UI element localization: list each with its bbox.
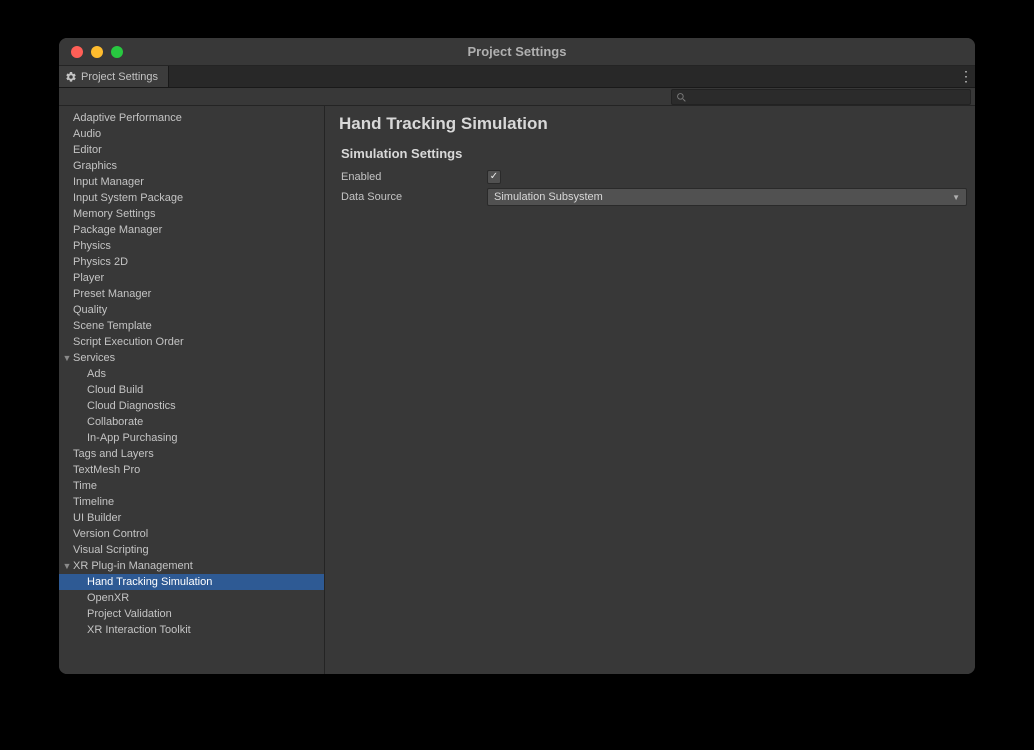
window-close-button[interactable] (71, 46, 83, 58)
sidebar-item-label: Version Control (73, 528, 148, 540)
sidebar-item-ui-builder[interactable]: UI Builder (59, 510, 324, 526)
window-title: Project Settings (59, 44, 975, 59)
sidebar-item-audio[interactable]: Audio (59, 126, 324, 142)
sidebar-item-ads[interactable]: Ads (59, 366, 324, 382)
sidebar-item-label: Physics (73, 240, 111, 252)
sidebar-item-visual-scripting[interactable]: Visual Scripting (59, 542, 324, 558)
sidebar-item-cloud-build[interactable]: Cloud Build (59, 382, 324, 398)
sidebar-item-label: Tags and Layers (73, 448, 154, 460)
project-settings-window: Project Settings Project Settings ⋮ Adap… (59, 38, 975, 674)
sidebar-item-xr-plug-in-management[interactable]: ▼XR Plug-in Management (59, 558, 324, 574)
sidebar-item-physics-2d[interactable]: Physics 2D (59, 254, 324, 270)
sidebar-item-graphics[interactable]: Graphics (59, 158, 324, 174)
sidebar-item-label: Audio (73, 128, 101, 140)
sidebar-item-label: Time (73, 480, 97, 492)
sidebar-item-script-execution-order[interactable]: Script Execution Order (59, 334, 324, 350)
tabbar-spacer (169, 66, 957, 87)
sidebar-item-label: Timeline (73, 496, 114, 508)
sidebar-item-xr-interaction-toolkit[interactable]: XR Interaction Toolkit (59, 622, 324, 638)
sidebar-item-label: Cloud Diagnostics (87, 400, 176, 412)
field-label-enabled: Enabled (339, 171, 487, 183)
sidebar-item-label: Graphics (73, 160, 117, 172)
sidebar-item-time[interactable]: Time (59, 478, 324, 494)
sidebar-item-editor[interactable]: Editor (59, 142, 324, 158)
sidebar-item-label: Hand Tracking Simulation (87, 576, 212, 588)
enabled-checkbox[interactable]: ✓ (487, 170, 501, 184)
expander-icon[interactable]: ▼ (61, 353, 73, 363)
sidebar-item-label: Player (73, 272, 104, 284)
sidebar-item-label: Quality (73, 304, 107, 316)
sidebar-item-physics[interactable]: Physics (59, 238, 324, 254)
sidebar-item-cloud-diagnostics[interactable]: Cloud Diagnostics (59, 398, 324, 414)
tab-label: Project Settings (81, 71, 158, 83)
expander-icon[interactable]: ▼ (61, 561, 73, 571)
sidebar-item-label: Package Manager (73, 224, 162, 236)
sidebar-item-in-app-purchasing[interactable]: In-App Purchasing (59, 430, 324, 446)
tab-project-settings[interactable]: Project Settings (59, 66, 169, 87)
sidebar-item-label: XR Plug-in Management (73, 560, 193, 572)
sidebar-item-label: OpenXR (87, 592, 129, 604)
sidebar-item-player[interactable]: Player (59, 270, 324, 286)
sidebar-item-label: Input System Package (73, 192, 183, 204)
sidebar-item-memory-settings[interactable]: Memory Settings (59, 206, 324, 222)
sidebar-item-adaptive-performance[interactable]: Adaptive Performance (59, 110, 324, 126)
sidebar-item-label: Collaborate (87, 416, 143, 428)
search-field[interactable] (671, 89, 971, 105)
sidebar-item-services[interactable]: ▼Services (59, 350, 324, 366)
sidebar-item-tags-and-layers[interactable]: Tags and Layers (59, 446, 324, 462)
sidebar-item-label: Memory Settings (73, 208, 156, 220)
settings-panel: Hand Tracking Simulation Simulation Sett… (325, 106, 975, 674)
sidebar-item-label: Scene Template (73, 320, 152, 332)
window-maximize-button[interactable] (111, 46, 123, 58)
chevron-down-icon: ▼ (952, 193, 960, 202)
sidebar-item-input-system-package[interactable]: Input System Package (59, 190, 324, 206)
sidebar-item-label: Project Validation (87, 608, 172, 620)
sidebar-item-package-manager[interactable]: Package Manager (59, 222, 324, 238)
sidebar-item-timeline[interactable]: Timeline (59, 494, 324, 510)
sidebar-item-scene-template[interactable]: Scene Template (59, 318, 324, 334)
sidebar-item-textmesh-pro[interactable]: TextMesh Pro (59, 462, 324, 478)
settings-sidebar[interactable]: Adaptive Performance Audio Editor Graphics I… (59, 106, 325, 674)
sidebar-item-label: Editor (73, 144, 102, 156)
traffic-lights (59, 46, 123, 58)
sidebar-item-hand-tracking-simulation[interactable]: Hand Tracking Simulation (59, 574, 324, 590)
tab-bar: Project Settings ⋮ (59, 66, 975, 88)
sidebar-item-label: Preset Manager (73, 288, 151, 300)
sidebar-item-label: Cloud Build (87, 384, 143, 396)
sidebar-item-label: Ads (87, 368, 106, 380)
sidebar-item-label: Physics 2D (73, 256, 128, 268)
sidebar-item-label: XR Interaction Toolkit (87, 624, 191, 636)
titlebar: Project Settings (59, 38, 975, 66)
sidebar-item-openxr[interactable]: OpenXR (59, 590, 324, 606)
sidebar-item-preset-manager[interactable]: Preset Manager (59, 286, 324, 302)
sidebar-item-label: In-App Purchasing (87, 432, 178, 444)
sidebar-item-label: Adaptive Performance (73, 112, 182, 124)
toolbar (59, 88, 975, 106)
body: Adaptive Performance Audio Editor Graphics I… (59, 106, 975, 674)
sidebar-item-input-manager[interactable]: Input Manager (59, 174, 324, 190)
sidebar-item-label: Input Manager (73, 176, 144, 188)
sidebar-item-label: Script Execution Order (73, 336, 184, 348)
dropdown-value: Simulation Subsystem (494, 191, 603, 203)
sidebar-item-label: UI Builder (73, 512, 121, 524)
sidebar-item-label: Visual Scripting (73, 544, 149, 556)
sidebar-item-project-validation[interactable]: Project Validation (59, 606, 324, 622)
field-enabled: Enabled ✓ (339, 167, 967, 187)
sidebar-item-version-control[interactable]: Version Control (59, 526, 324, 542)
panel-title: Hand Tracking Simulation (339, 114, 967, 134)
sidebar-item-label: Services (73, 352, 115, 364)
section-title: Simulation Settings (339, 146, 967, 161)
sidebar-item-label: TextMesh Pro (73, 464, 140, 476)
gear-icon (65, 71, 77, 83)
sidebar-item-collaborate[interactable]: Collaborate (59, 414, 324, 430)
tab-options-button[interactable]: ⋮ (957, 66, 975, 87)
search-input[interactable] (690, 91, 966, 103)
field-data-source: Data Source Simulation Subsystem ▼ (339, 187, 967, 207)
data-source-dropdown[interactable]: Simulation Subsystem ▼ (487, 188, 967, 206)
window-minimize-button[interactable] (91, 46, 103, 58)
sidebar-item-quality[interactable]: Quality (59, 302, 324, 318)
field-label-data-source: Data Source (339, 191, 487, 203)
search-icon (676, 92, 686, 102)
